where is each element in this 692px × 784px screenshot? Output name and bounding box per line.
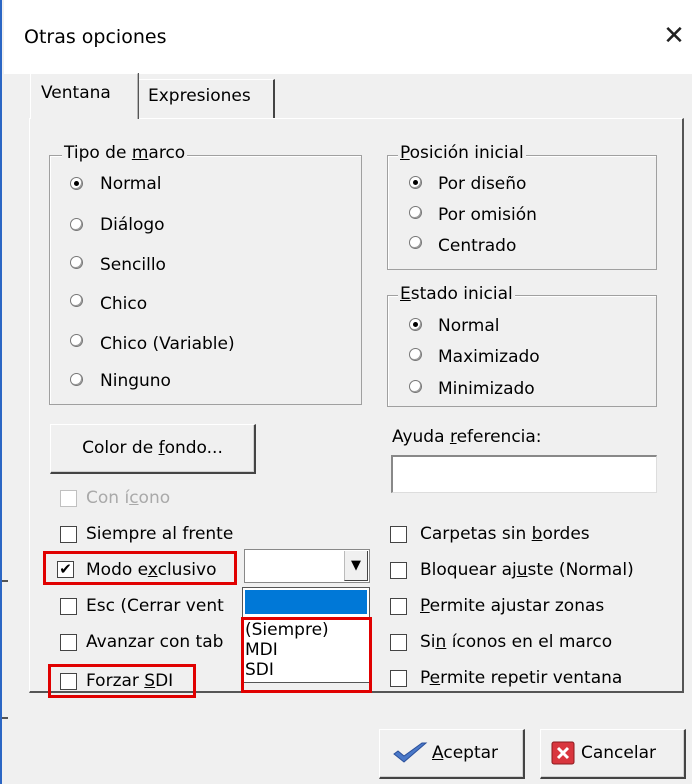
help-reference-input[interactable]: [391, 455, 657, 493]
radio-frame-sencillo[interactable]: [70, 256, 83, 269]
radio-label: Normal: [100, 174, 162, 194]
frame-type-group: [49, 155, 362, 405]
checkbox-carpetas-sin-bordes[interactable]: [390, 526, 407, 543]
frame-type-legend: Tipo de marco: [62, 143, 188, 163]
border-tick: [2, 717, 8, 719]
dropdown-option-mdi[interactable]: MDI: [245, 640, 278, 660]
checkbox-label: Permite ajustar zonas: [420, 596, 605, 616]
radio-label: Normal: [438, 316, 500, 336]
cancel-icon: [551, 741, 575, 765]
radio-label: Chico (Variable): [100, 334, 235, 354]
close-icon[interactable]: ✕: [659, 20, 689, 52]
checkbox-permite-ajustar-zonas[interactable]: [390, 598, 407, 615]
radio-state-maximizado[interactable]: [409, 348, 422, 361]
checkbox-label: Carpetas sin bordes: [420, 524, 590, 544]
radio-position-centrado[interactable]: [409, 236, 422, 249]
radio-state-minimizado[interactable]: [409, 380, 422, 393]
tab-label: Ventana: [41, 83, 111, 103]
tab-expresiones[interactable]: Expresiones: [138, 79, 275, 119]
radio-label: Sencillo: [100, 255, 166, 275]
checkbox-sin-iconos-en-marco[interactable]: [390, 634, 407, 651]
radio-label: Diálogo: [100, 215, 165, 235]
radio-label: Minimizado: [438, 379, 535, 399]
chevron-down-icon[interactable]: ▼: [344, 551, 368, 581]
background-color-button[interactable]: Color de fondo...: [50, 424, 256, 474]
checkmark-icon: [393, 742, 428, 763]
checkbox-forzar-sdi[interactable]: [60, 673, 77, 690]
tab-label: Expresiones: [148, 86, 251, 106]
radio-frame-chico-variable[interactable]: [70, 334, 83, 347]
radio-frame-normal[interactable]: [70, 177, 83, 190]
radio-label: Por omisión: [438, 205, 537, 225]
checkbox-label: Bloquear ajuste (Normal): [420, 560, 634, 580]
dialog-window: Otras opciones ✕ Expresiones Ventana Tip…: [0, 0, 692, 784]
title-bar: Otras opciones ✕: [4, 0, 692, 74]
radio-label: Centrado: [438, 236, 517, 256]
radio-frame-ninguno[interactable]: [70, 373, 83, 386]
radio-frame-dialogo[interactable]: [70, 218, 83, 231]
radio-position-por-diseno[interactable]: [409, 176, 422, 189]
exclusive-mode-dropdown: (Siempre) MDI SDI: [242, 587, 370, 683]
initial-position-legend: Posición inicial: [398, 143, 526, 163]
checkbox-siempre-al-frente[interactable]: [60, 526, 77, 543]
checkbox-label: Siempre al frente: [86, 524, 234, 544]
tab-ventana[interactable]: Ventana: [30, 73, 138, 119]
radio-frame-chico[interactable]: [70, 294, 83, 307]
help-reference-label: Ayuda referencia:: [392, 427, 542, 447]
checkbox-modo-exclusivo[interactable]: ✔: [57, 561, 74, 578]
border-tick: [2, 580, 8, 582]
cancel-button[interactable]: Cancelar: [540, 729, 686, 779]
checkbox-esc-cerrar-ventana[interactable]: [60, 598, 77, 615]
checkbox-label: Con ícono: [86, 488, 171, 508]
checkbox-bloquear-ajuste[interactable]: [390, 562, 407, 579]
dropdown-option-siempre[interactable]: (Siempre): [245, 620, 329, 640]
checkbox-label: Modo exclusivo: [86, 560, 217, 580]
accept-button[interactable]: Aceptar: [379, 729, 525, 779]
window-title: Otras opciones: [24, 26, 167, 48]
radio-label: Por diseño: [438, 174, 527, 194]
radio-state-normal[interactable]: [409, 318, 422, 331]
exclusive-mode-combo[interactable]: ▼: [244, 549, 370, 583]
checkbox-label: Esc (Cerrar vent: [86, 596, 224, 616]
radio-label: Ninguno: [100, 371, 171, 391]
checkbox-permite-repetir-ventana[interactable]: [390, 670, 407, 687]
dropdown-selected-row[interactable]: [245, 590, 367, 614]
radio-position-por-omision[interactable]: [409, 206, 422, 219]
checkbox-label: Forzar SDI: [86, 671, 174, 691]
checkbox-avanzar-con-tab[interactable]: [60, 634, 77, 651]
checkbox-label: Sin íconos en el marco: [420, 632, 613, 652]
checkbox-con-icono: [60, 490, 77, 507]
checkbox-label: Permite repetir ventana: [420, 668, 623, 688]
radio-label: Chico: [100, 294, 148, 314]
initial-state-legend: Estado inicial: [398, 284, 515, 304]
checkbox-label: Avanzar con tab: [86, 632, 224, 652]
radio-label: Maximizado: [438, 347, 540, 367]
dropdown-option-sdi[interactable]: SDI: [245, 660, 274, 680]
